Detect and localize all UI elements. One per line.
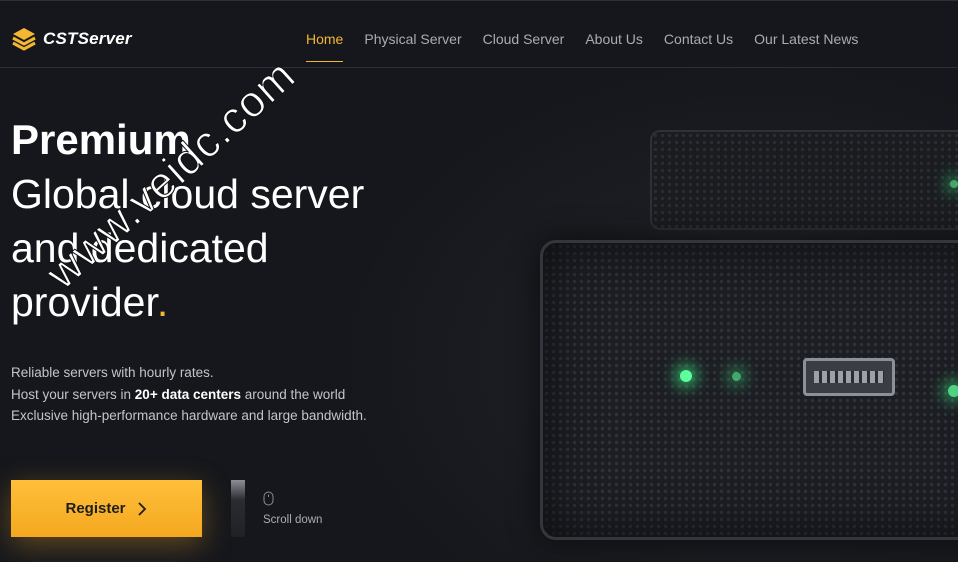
server-front-panel (540, 240, 958, 540)
desc-line-3: Exclusive high-performance hardware and … (11, 408, 367, 423)
nav-item-contact-us[interactable]: Contact Us (664, 31, 733, 47)
desc-line-2-pre: Host your servers in (11, 386, 135, 402)
brand-name: CSTServer (43, 29, 132, 48)
register-button[interactable]: Register (11, 480, 202, 537)
status-led (948, 385, 958, 397)
server-hardware-image (520, 90, 958, 560)
desc-line-1: Reliable servers with hourly rates. (11, 365, 214, 380)
hero-title-dot: . (156, 279, 169, 325)
scroll-indicator-bar (231, 480, 245, 537)
nav-item-about-us[interactable]: About Us (585, 31, 643, 47)
status-led (732, 372, 741, 381)
nav-item-cloud-server[interactable]: Cloud Server (483, 31, 565, 47)
server-handle (803, 358, 895, 396)
brand-logo[interactable]: CSTServer (11, 26, 132, 52)
main-nav: Home Physical Server Cloud Server About … (306, 31, 858, 62)
scroll-down-label[interactable]: Scroll down (263, 514, 322, 526)
hero-description: Reliable servers with hourly rates. Host… (11, 362, 367, 427)
desc-line-2-post: around the world (240, 386, 346, 402)
nav-item-latest-news[interactable]: Our Latest News (754, 31, 858, 47)
top-navbar: CSTServer Home Physical Server Cloud Ser… (0, 0, 958, 68)
chevron-right-icon (137, 501, 146, 516)
nav-item-physical-server[interactable]: Physical Server (364, 31, 461, 47)
server-top-panel (650, 130, 958, 230)
register-label: Register (65, 500, 126, 517)
cube-logo-icon (12, 28, 36, 51)
desc-line-2-bold: 20+ data centers (134, 386, 241, 402)
nav-item-home[interactable]: Home (306, 31, 344, 62)
desc-line-2: Host your servers in 20+ data centers ar… (11, 384, 367, 406)
status-led (950, 180, 958, 188)
status-led (680, 370, 692, 382)
mouse-icon[interactable] (263, 491, 274, 506)
